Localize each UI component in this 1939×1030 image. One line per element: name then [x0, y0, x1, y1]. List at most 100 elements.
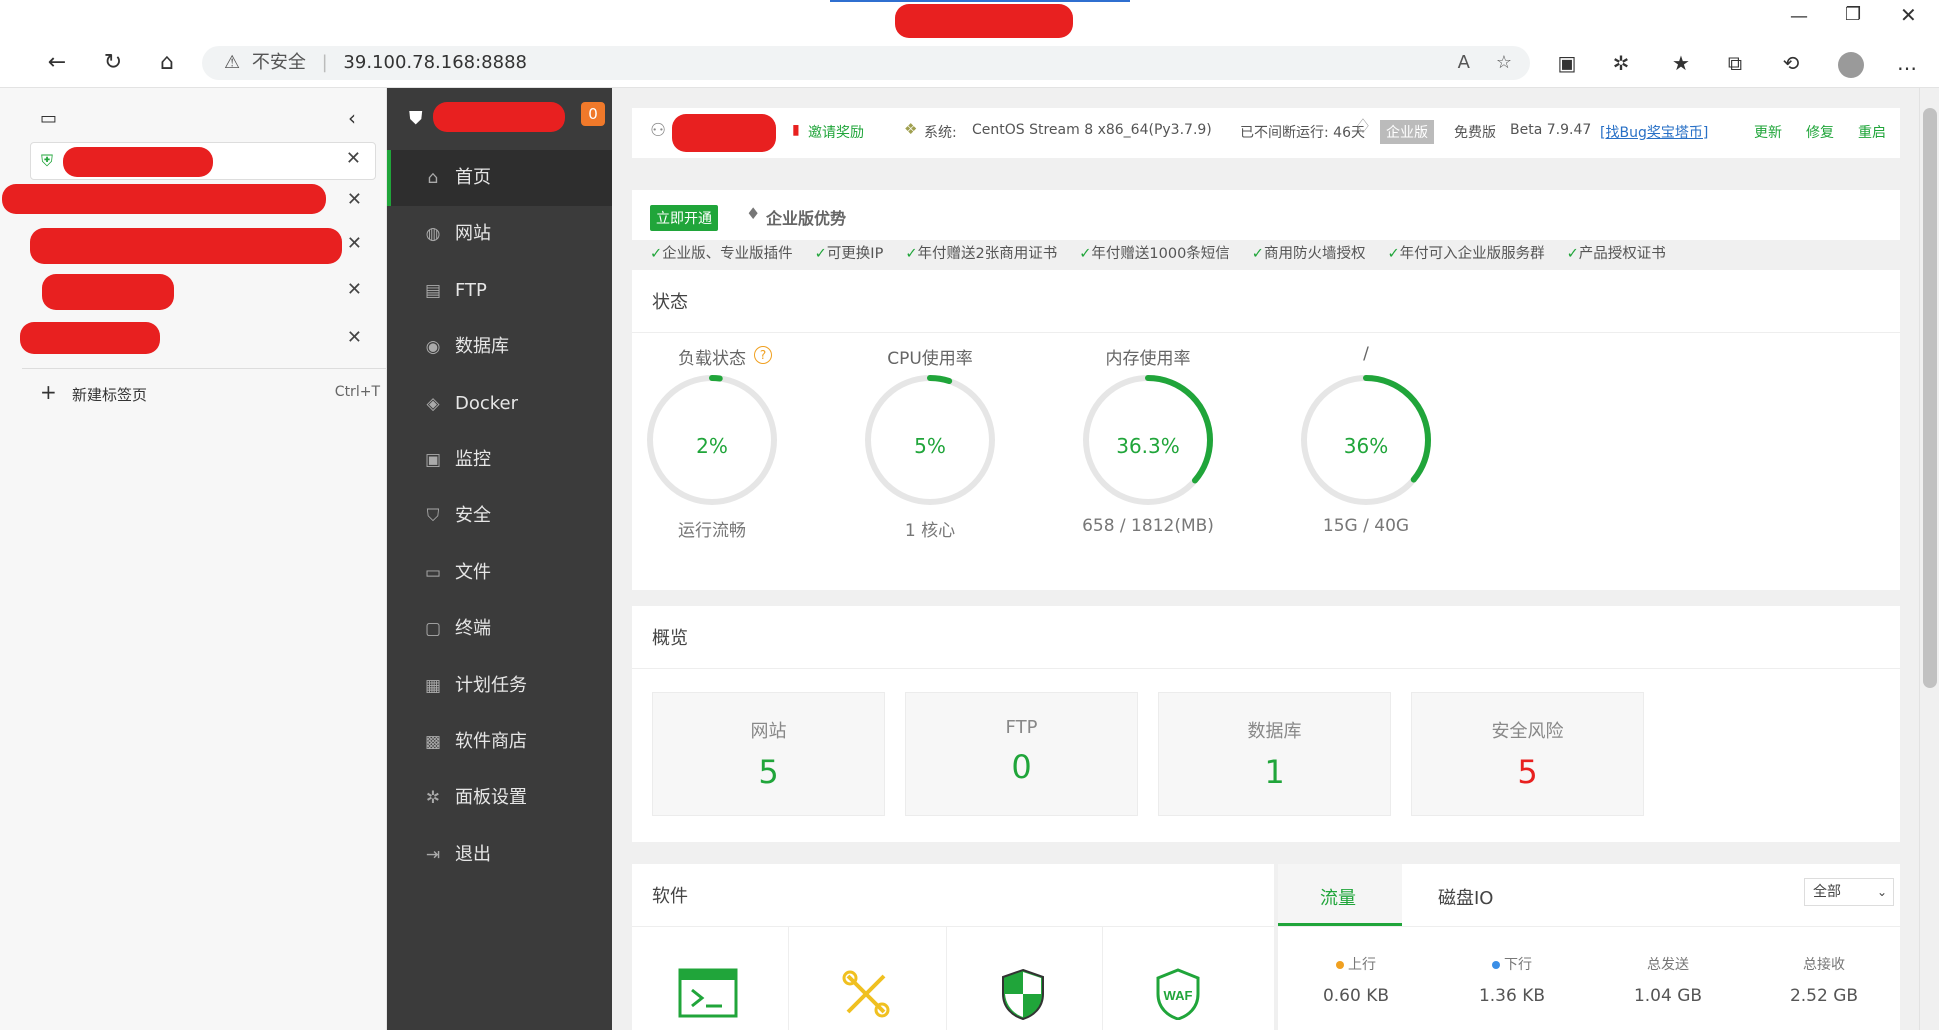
sidebar-item-label: 退出: [455, 843, 491, 865]
new-tab-button[interactable]: + 新建标签页 Ctrl+T: [40, 380, 380, 410]
overview-item[interactable]: FTP 0: [905, 692, 1138, 816]
extension-icon[interactable]: ▣: [1550, 46, 1584, 80]
url-text: 39.100.78.168:8888: [343, 52, 527, 73]
overview-item[interactable]: 网站 5: [652, 692, 885, 816]
svg-text:WAF: WAF: [1164, 988, 1193, 1003]
sidebar-item[interactable]: ▣ 监控: [387, 432, 612, 488]
tab-item[interactable]: ✕: [2, 184, 376, 222]
sidebar-item-label: 面板设置: [455, 787, 527, 809]
tab-item[interactable]: ⛨ ✕: [30, 142, 376, 180]
restore-icon[interactable]: ❐: [1845, 4, 1861, 25]
close-tab-icon[interactable]: ✕: [347, 279, 362, 300]
promo-title: 企业版优势: [766, 209, 847, 228]
scrollbar[interactable]: [1919, 88, 1939, 1030]
waf-app-icon[interactable]: WAF: [1154, 968, 1202, 1020]
sidebar-item-label: 软件商店: [455, 731, 527, 752]
range-select[interactable]: 全部 ⌄: [1804, 878, 1894, 906]
divider: [946, 926, 947, 1030]
overview-item[interactable]: 数据库 1: [1158, 692, 1391, 816]
sidebar-item[interactable]: ✲ 面板设置: [387, 770, 612, 826]
new-tab-label: 新建标签页: [72, 386, 148, 404]
close-tab-icon[interactable]: ✕: [347, 233, 362, 254]
grid-icon: ▩: [424, 732, 442, 752]
traffic-stat-label: 总接收: [1803, 957, 1845, 973]
firewall-app-icon[interactable]: [1000, 968, 1046, 1020]
divider: [632, 668, 1900, 669]
status-title: 状态: [652, 292, 688, 313]
promo-item-label: 年付可入企业版服务群: [1399, 246, 1545, 262]
enterprise-badge[interactable]: 企业版: [1380, 120, 1434, 144]
sidebar-item[interactable]: ◍ 网站: [387, 206, 612, 262]
tab-diskio[interactable]: 磁盘IO: [1402, 864, 1532, 926]
redacted-tab-title: [895, 4, 1073, 38]
sidebar-item[interactable]: ▤ FTP: [387, 263, 612, 319]
sidebar-item[interactable]: ◉ 数据库: [387, 319, 612, 375]
system-icon: ❖: [904, 120, 918, 138]
browser-titlebar: — ❐ ✕: [0, 0, 1939, 38]
address-bar[interactable]: ⚠ 不安全 | 39.100.78.168:8888 A ☆: [202, 46, 1530, 80]
sidebar-item[interactable]: ▦ 计划任务: [387, 658, 612, 714]
minimize-icon[interactable]: —: [1790, 6, 1808, 27]
redacted-username: [672, 114, 776, 152]
notification-badge[interactable]: 0: [581, 102, 605, 126]
gear-icon: ✲: [425, 788, 441, 809]
close-tab-icon[interactable]: ✕: [346, 148, 361, 169]
help-icon[interactable]: ?: [754, 346, 772, 364]
check-icon: ✓: [1251, 246, 1264, 262]
profile-avatar[interactable]: [1834, 46, 1868, 80]
history-icon[interactable]: ⟲: [1774, 46, 1808, 80]
sidebar-item[interactable]: ▩ 软件商店: [387, 714, 612, 770]
terminal-app-icon[interactable]: [678, 968, 738, 1018]
system-label: 系统:: [924, 125, 957, 141]
scrollbar-thumb[interactable]: [1923, 108, 1937, 688]
sidebar-item[interactable]: ⇥ 退出: [387, 827, 612, 883]
sidebar-item[interactable]: ⌂ 首页: [387, 150, 612, 206]
tools-app-icon[interactable]: [840, 968, 892, 1020]
invite-link[interactable]: 邀请奖励: [808, 122, 864, 142]
status-gauge[interactable]: CPU使用率 5% 1 核心: [860, 344, 1000, 541]
restart-link[interactable]: 重启: [1858, 122, 1886, 142]
browser-toolbar: ← ↻ ⌂ ⚠ 不安全 | 39.100.78.168:8888 A ☆ ▣ ✲…: [0, 38, 1939, 88]
redacted-tab: [30, 228, 342, 264]
close-window-icon[interactable]: ✕: [1900, 3, 1917, 27]
sidebar-item[interactable]: ◈ Docker: [387, 376, 612, 432]
tab-traffic[interactable]: 流量: [1278, 864, 1402, 926]
tab-item[interactable]: ✕: [20, 322, 376, 360]
collections-icon[interactable]: ⧉: [1718, 46, 1752, 80]
favorites-icon[interactable]: ★: [1664, 46, 1698, 80]
sidebar-item[interactable]: ⛉ 安全: [387, 488, 612, 544]
chevron-down-icon: ⌄: [1876, 885, 1887, 899]
tab-item[interactable]: ✕: [30, 274, 376, 312]
update-link[interactable]: 更新: [1754, 122, 1782, 142]
gift-icon: ▮: [792, 122, 800, 138]
divider: [788, 926, 789, 1030]
gauge-value: 2%: [696, 434, 728, 458]
status-gauge[interactable]: 内存使用率 36.3% 658 / 1812(MB): [1078, 344, 1218, 536]
collapse-icon[interactable]: ‹: [348, 106, 356, 130]
sidebar-item[interactable]: ▭ 文件: [387, 545, 612, 601]
more-icon[interactable]: …: [1890, 46, 1924, 80]
overview-value: 0: [1011, 748, 1032, 786]
check-icon: ✓: [905, 246, 918, 262]
read-aloud-icon[interactable]: A: [1458, 46, 1470, 80]
puzzle-icon[interactable]: ✲: [1604, 46, 1638, 80]
home-icon[interactable]: ⌂: [150, 46, 184, 80]
repair-link[interactable]: 修复: [1806, 122, 1834, 142]
open-now-button[interactable]: 立即开通: [650, 205, 718, 231]
shield-icon: ⛉: [426, 506, 440, 527]
close-tab-icon[interactable]: ✕: [347, 327, 362, 348]
gauge-sub: 运行流畅: [678, 521, 746, 541]
bug-link[interactable]: [找Bug奖宝塔币]: [1600, 122, 1708, 142]
traffic-stat-label: 上行: [1348, 957, 1376, 973]
status-gauge[interactable]: / 36% 15G / 40G: [1296, 344, 1436, 536]
close-tab-icon[interactable]: ✕: [347, 189, 362, 210]
overview-item[interactable]: 安全风险 5: [1411, 692, 1644, 816]
back-icon[interactable]: ←: [40, 46, 74, 80]
add-favorite-icon[interactable]: ☆: [1496, 46, 1512, 80]
gauge-label: CPU使用率: [887, 349, 973, 369]
tab-panel-icon[interactable]: ▭: [40, 108, 57, 129]
tab-item[interactable]: ✕: [30, 228, 376, 266]
refresh-icon[interactable]: ↻: [96, 46, 130, 80]
sidebar-item[interactable]: ▢ 终端: [387, 601, 612, 657]
status-gauge[interactable]: 负载状态? 2% 运行流畅: [642, 344, 782, 541]
